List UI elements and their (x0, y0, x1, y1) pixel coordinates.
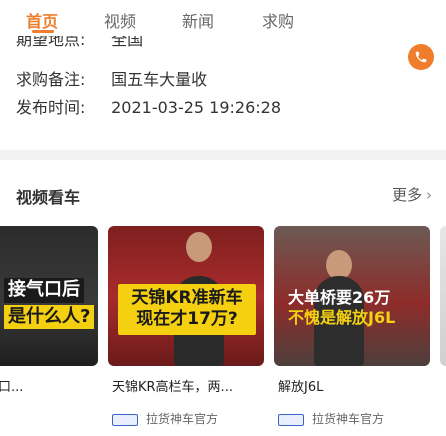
video-card[interactable]: 大单桥要26万 不愧是解放J6L 解放J6L 拉货神车官方 (274, 226, 430, 426)
caption-line: 现在才17万? (136, 309, 238, 330)
video-card[interactable] (440, 226, 446, 366)
info-value: 国五车大量收 (111, 70, 208, 89)
video-source: 拉货神车官方 (112, 410, 218, 427)
more-label: 更多 (391, 186, 422, 204)
thumbnail-caption: 天锦KR准新车 现在才17万? (118, 284, 256, 335)
video-carousel: 接气口后 是什么人? 卡车接气口... 天锦KR准新车 现在才17万? 天锦KR… (0, 226, 446, 436)
video-thumbnail: 天锦KR准新车 现在才17万? (108, 226, 264, 366)
chevron-right-icon: › (426, 186, 432, 204)
info-key: 发布时间: (16, 98, 86, 117)
info-key: 求购备注: (16, 70, 86, 89)
video-title: 卡车接气口... (0, 380, 24, 395)
caption-line: 大单桥要26万 (288, 288, 391, 307)
info-value: 2021-03-25 19:26:28 (111, 98, 282, 117)
info-key: 期望地点: (16, 36, 86, 49)
video-card[interactable]: 天锦KR准新车 现在才17万? 天锦KR高栏车，两... 拉货神车官方 (108, 226, 264, 426)
source-name: 拉货神车官方 (146, 412, 219, 426)
tab-purchase[interactable]: 求购 (262, 8, 294, 32)
video-thumbnail: 大单桥要26万 不愧是解放J6L (274, 226, 430, 366)
thumbnail-caption: 大单桥要26万 不愧是解放J6L (288, 288, 395, 328)
purchase-info-panel: 期望地点: 全国 求购备注: 国五车大量收 发布时间: 2021-03-25 1… (0, 36, 446, 156)
section-divider (0, 150, 446, 160)
tab-home[interactable]: 首页 (26, 8, 58, 32)
phone-glyph (415, 51, 427, 63)
tab-news[interactable]: 新闻 (182, 8, 214, 32)
info-row-location: 期望地点: 全国 (16, 36, 143, 50)
video-thumbnail (440, 226, 446, 366)
info-value: 全国 (111, 36, 144, 49)
active-tab-indicator (32, 30, 54, 33)
phone-icon[interactable] (408, 44, 434, 70)
source-logo-icon (278, 413, 304, 426)
source-logo-icon (112, 413, 138, 426)
person-head (186, 232, 212, 262)
video-thumbnail: 接气口后 是什么人? (0, 226, 98, 366)
caption-line: 天锦KR准新车 (131, 288, 243, 308)
thumbnail-caption: 接气口后 是什么人? (4, 278, 95, 329)
caption-line: 接气口后 (4, 278, 84, 303)
tab-video[interactable]: 视频 (104, 8, 136, 32)
video-title: 天锦KR高栏车，两... (112, 380, 233, 395)
info-row-publish-time: 发布时间: 2021-03-25 19:26:28 (16, 94, 281, 118)
video-title: 解放J6L (278, 380, 324, 395)
more-link[interactable]: 更多 › (392, 184, 432, 205)
video-card[interactable]: 接气口后 是什么人? 卡车接气口... (0, 226, 98, 395)
source-name: 拉货神车官方 (312, 412, 385, 426)
section-title: 视频看车 (16, 188, 81, 207)
caption-line: 是什么人? (4, 304, 95, 329)
video-source: 拉货神车官方 (278, 410, 384, 427)
caption-line: 不愧是解放J6L (288, 308, 396, 327)
top-tab-bar: 首页 视频 新闻 求购 (0, 0, 446, 36)
info-row-remark: 求购备注: 国五车大量收 (16, 66, 207, 90)
